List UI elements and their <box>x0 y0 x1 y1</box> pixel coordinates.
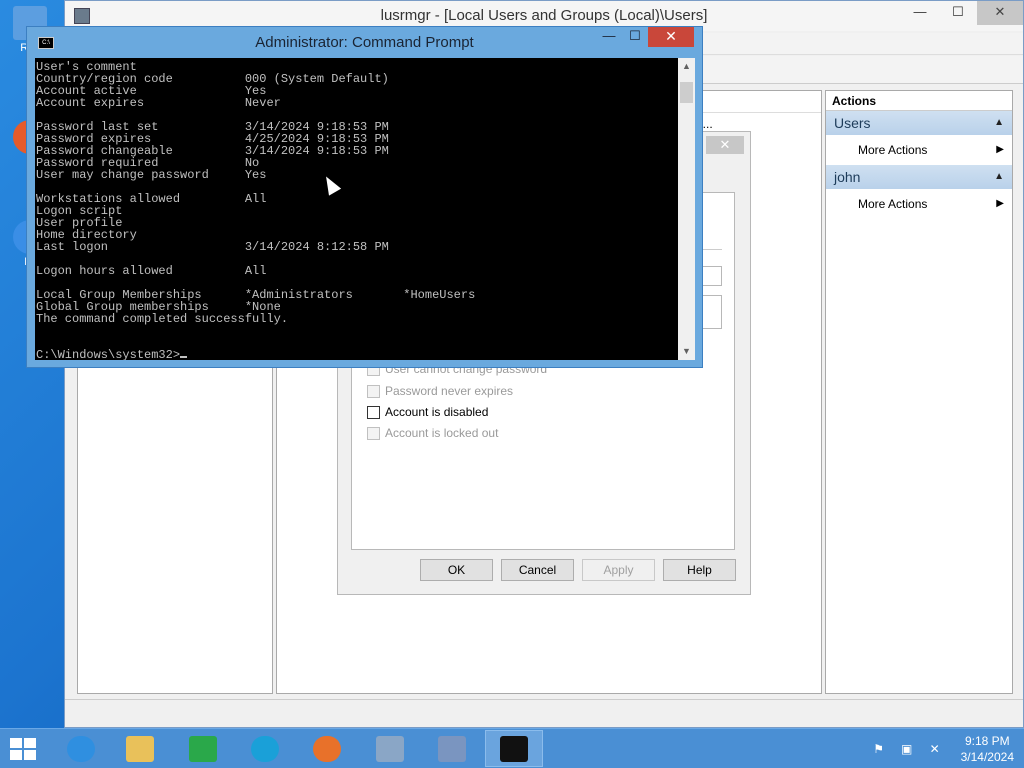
console-prompt: C:\Windows\system32> <box>36 348 181 360</box>
taskbar-item-command-prompt[interactable] <box>485 730 543 767</box>
cancel-button[interactable]: Cancel <box>501 559 574 581</box>
dialog-close-button[interactable]: ✕ <box>706 136 744 154</box>
submenu-arrow-icon: ▶ <box>996 198 1004 209</box>
windows-logo-pane <box>10 750 22 760</box>
cmd-app-icon: C:\ <box>38 37 54 49</box>
collapse-icon[interactable]: ▲ <box>994 111 1004 135</box>
clock[interactable]: 9:18 PM 3/14/2024 <box>961 733 1014 765</box>
taskbar-item-users-admin[interactable] <box>423 730 481 767</box>
actions-header: Actions <box>826 91 1012 111</box>
actions-section-john[interactable]: john ▲ <box>826 165 1012 189</box>
command-prompt-window: C:\ Administrator: Command Prompt — ☐ ✕ … <box>26 26 703 368</box>
checkbox-label: Account is disabled <box>385 405 489 419</box>
windows-logo-pane <box>24 750 36 760</box>
help-button[interactable]: Help <box>663 559 736 581</box>
text-cursor <box>180 356 188 358</box>
server-manager-icon <box>376 735 404 762</box>
lusrmgr-maximize-button[interactable]: ☐ <box>939 1 977 25</box>
cmd-minimize-button[interactable]: — <box>596 27 622 47</box>
chk-account-is-locked-out[interactable]: Account is locked out <box>367 424 498 442</box>
command-prompt-icon <box>500 735 528 762</box>
volume-muted-icon[interactable]: ✕ <box>927 742 943 756</box>
action-label: More Actions <box>858 197 928 211</box>
clock-time: 9:18 PM <box>964 734 1010 748</box>
cmd-window-controls: — ☐ ✕ <box>596 27 694 47</box>
console-scrollbar[interactable]: ▲ ▼ <box>678 58 695 360</box>
windows-logo-pane <box>24 738 36 748</box>
actions-section-users[interactable]: Users ▲ <box>826 111 1012 135</box>
taskbar: ⚑ ▣ ✕ 9:18 PM 3/14/2024 <box>0 728 1024 768</box>
flag-icon[interactable]: ⚑ <box>871 742 887 756</box>
taskbar-item-internet-explorer[interactable] <box>52 730 110 767</box>
store-icon <box>189 735 217 762</box>
ok-button[interactable]: OK <box>420 559 493 581</box>
lusrmgr-title: lusrmgr - [Local Users and Groups (Local… <box>380 7 708 24</box>
file-explorer-icon <box>126 735 154 762</box>
chk-password-never-expires[interactable]: Password never expires <box>367 382 513 400</box>
windows-logo-icon <box>10 738 22 748</box>
console-lines: User's comment Country/region code 000 (… <box>36 60 476 326</box>
lusrmgr-window-controls: — ☐ ✕ <box>901 1 1023 25</box>
actions-pane: Actions Users ▲ More Actions ▶ john ▲ Mo… <box>825 90 1013 694</box>
checkbox[interactable] <box>367 384 380 398</box>
lusrmgr-minimize-button[interactable]: — <box>901 1 939 25</box>
scroll-up-arrow-icon[interactable]: ▲ <box>678 58 695 75</box>
users-more-actions[interactable]: More Actions ▶ <box>826 135 1012 165</box>
chk-account-is-disabled[interactable]: Account is disabled <box>367 403 488 421</box>
lusrmgr-close-button[interactable]: ✕ <box>977 1 1023 25</box>
clock-date: 3/14/2024 <box>960 750 1014 764</box>
collapse-icon[interactable]: ▲ <box>994 165 1004 189</box>
firefox-icon <box>313 735 341 762</box>
edge-icon <box>251 735 279 762</box>
cmd-title: Administrator: Command Prompt <box>255 34 474 51</box>
john-more-actions[interactable]: More Actions ▶ <box>826 189 1012 219</box>
action-label: More Actions <box>858 143 928 157</box>
checkbox[interactable] <box>367 426 380 440</box>
taskbar-item-store[interactable] <box>174 730 232 767</box>
system-tray: ⚑ ▣ ✕ 9:18 PM 3/14/2024 <box>865 729 1024 768</box>
section-title: Users <box>834 115 871 131</box>
checkbox[interactable] <box>367 405 380 419</box>
internet-explorer-icon <box>67 735 95 762</box>
scroll-down-arrow-icon[interactable]: ▼ <box>678 343 695 360</box>
lusrmgr-app-icon <box>74 8 90 24</box>
cmd-close-button[interactable]: ✕ <box>648 27 694 47</box>
checkbox-label: Password never expires <box>385 384 514 398</box>
taskbar-item-file-explorer[interactable] <box>111 730 169 767</box>
console-text: User's comment Country/region code 000 (… <box>35 58 678 360</box>
taskbar-item-edge[interactable] <box>236 730 294 767</box>
network-icon[interactable]: ▣ <box>899 742 915 756</box>
console-output[interactable]: User's comment Country/region code 000 (… <box>35 58 678 360</box>
section-title: john <box>834 169 861 185</box>
submenu-arrow-icon: ▶ <box>996 144 1004 155</box>
scrollbar-thumb[interactable] <box>680 82 693 103</box>
users-admin-icon <box>438 735 466 762</box>
taskbar-item-firefox[interactable] <box>298 730 356 767</box>
start-button[interactable] <box>10 738 38 760</box>
checkbox-label: Account is locked out <box>385 426 499 440</box>
taskbar-item-server-manager[interactable] <box>361 730 419 767</box>
apply-button[interactable]: Apply <box>582 559 655 581</box>
cmd-maximize-button[interactable]: ☐ <box>622 27 648 47</box>
lusrmgr-statusbar <box>65 699 1023 727</box>
